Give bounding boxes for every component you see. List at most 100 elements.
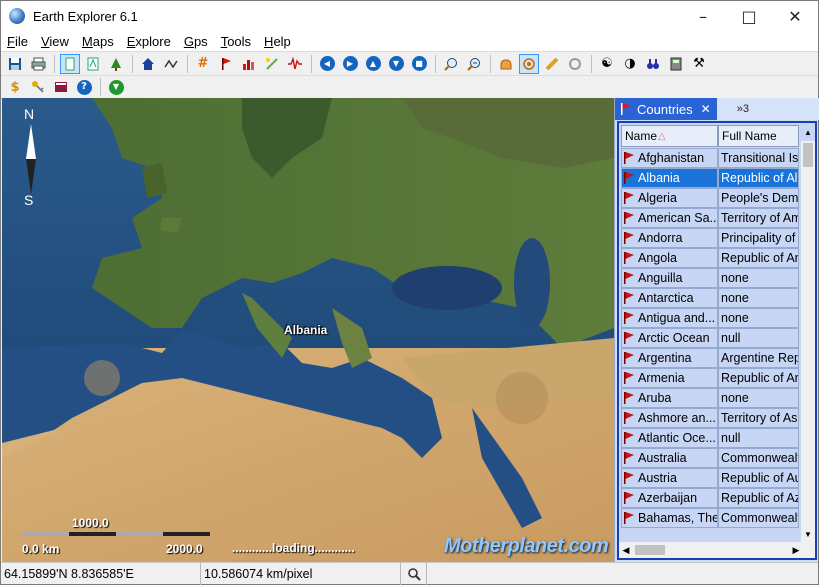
table-row[interactable]: Aruba none (619, 388, 803, 408)
country-name-cell[interactable]: American Sa... (621, 208, 718, 228)
table-row[interactable]: Argentina Argentine Republic (619, 348, 803, 368)
scroll-down-arrow-icon[interactable]: ▼ (801, 528, 815, 542)
zoom-in-icon[interactable] (441, 54, 461, 74)
table-row[interactable]: Anguilla none (619, 268, 803, 288)
country-name-cell[interactable]: Australia (621, 448, 718, 468)
country-name-cell[interactable]: Antarctica (621, 288, 718, 308)
country-name-cell[interactable]: Andorra (621, 228, 718, 248)
menu-view[interactable]: View (41, 34, 69, 49)
country-full-name-cell[interactable]: Territory of Ashmore and Cartier Islands (718, 408, 799, 428)
calculator-icon[interactable] (666, 54, 686, 74)
table-row[interactable]: Antarctica none (619, 288, 803, 308)
table-row[interactable]: Austria Republic of Austria (619, 468, 803, 488)
grid-icon[interactable]: # (193, 54, 213, 74)
country-full-name-cell[interactable]: null (718, 328, 799, 348)
table-row[interactable]: Andorra Principality of Andorra (619, 228, 803, 248)
country-full-name-cell[interactable]: Republic of Armenia (718, 368, 799, 388)
more-tabs-button[interactable]: »3 (737, 103, 749, 115)
help-icon[interactable]: ? (74, 77, 94, 97)
minimize-button[interactable]: – (680, 1, 726, 31)
table-row[interactable]: Arctic Ocean null (619, 328, 803, 348)
tools-icon[interactable]: ⚒ (689, 54, 709, 74)
country-full-name-cell[interactable]: Republic of Azerbaijan (718, 488, 799, 508)
country-full-name-cell[interactable]: Republic of Albania (718, 168, 799, 188)
country-full-name-cell[interactable]: none (718, 268, 799, 288)
signal-icon[interactable] (285, 54, 305, 74)
column-header-full-name[interactable]: Full Name (718, 125, 799, 147)
vertical-scroll-thumb[interactable] (803, 143, 813, 167)
up-icon[interactable]: ▲ (363, 54, 383, 74)
country-name-cell[interactable]: Armenia (621, 368, 718, 388)
country-full-name-cell[interactable]: Principality of Andorra (718, 228, 799, 248)
country-name-cell[interactable]: Arctic Ocean (621, 328, 718, 348)
menu-tools[interactable]: Tools (221, 34, 251, 49)
select-icon[interactable] (60, 53, 80, 74)
selected-country-label[interactable]: Albania (284, 323, 327, 337)
country-name-cell[interactable]: Antigua and... (621, 308, 718, 328)
menu-file[interactable]: File (7, 34, 28, 49)
country-full-name-cell[interactable]: Commonwealth of Australia (718, 448, 799, 468)
key-icon[interactable] (28, 77, 48, 97)
scroll-left-arrow-icon[interactable]: ◀ (619, 545, 633, 556)
country-full-name-cell[interactable]: Republic of Angola (718, 248, 799, 268)
table-row[interactable]: Ashmore an...Territory of Ashmore and Ca… (619, 408, 803, 428)
table-row[interactable]: Bahamas, TheCommonwealth of The Bahamas (619, 508, 803, 528)
back-icon[interactable]: ◀ (317, 54, 337, 74)
table-row[interactable]: Antigua and... none (619, 308, 803, 328)
country-full-name-cell[interactable]: none (718, 288, 799, 308)
table-row[interactable]: Albania Republic of Albania (619, 168, 803, 188)
column-header-name[interactable]: Name △ (621, 125, 718, 147)
country-name-cell[interactable]: Albania (621, 168, 718, 188)
tree-icon[interactable] (106, 54, 126, 74)
table-row[interactable]: Azerbaijan Republic of Azerbaijan (619, 488, 803, 508)
country-full-name-cell[interactable]: Republic of Austria (718, 468, 799, 488)
table-row[interactable]: Algeria People's Democratic Republic of A… (619, 188, 803, 208)
country-name-cell[interactable]: Algeria (621, 188, 718, 208)
country-full-name-cell[interactable]: Territory of American Samoa (718, 208, 799, 228)
table-row[interactable]: American Sa...Territory of American Samo… (619, 208, 803, 228)
table-row[interactable]: Australia Commonwealth of Australia (619, 448, 803, 468)
map-mode-icon[interactable] (83, 54, 103, 74)
menu-explore[interactable]: Explore (127, 34, 171, 49)
binoculars-icon[interactable] (643, 54, 663, 74)
country-full-name-cell[interactable]: Argentine Republic (718, 348, 799, 368)
country-name-cell[interactable]: Angola (621, 248, 718, 268)
stop-icon[interactable]: ■ (409, 54, 429, 74)
vertical-scrollbar[interactable]: ▲ ▼ (801, 128, 815, 542)
country-name-cell[interactable]: Afghanistan (621, 148, 718, 168)
download-icon[interactable]: ▼ (106, 77, 126, 97)
contrast-icon[interactable]: ◑ (620, 54, 640, 74)
route-icon[interactable] (161, 54, 181, 74)
scroll-up-arrow-icon[interactable]: ▲ (801, 125, 815, 141)
country-name-cell[interactable]: Bahamas, The (621, 508, 718, 528)
maximize-button[interactable]: □ (726, 1, 772, 31)
ruler-icon[interactable] (542, 54, 562, 74)
country-name-cell[interactable]: Ashmore an... (621, 408, 718, 428)
menu-maps[interactable]: Maps (82, 34, 114, 49)
refresh-icon[interactable] (565, 54, 585, 74)
menu-help[interactable]: Help (264, 34, 291, 49)
country-name-cell[interactable]: Argentina (621, 348, 718, 368)
tab-close-icon[interactable]: ✕ (701, 102, 711, 116)
table-row[interactable]: Angola Republic of Angola (619, 248, 803, 268)
home-icon[interactable] (138, 54, 158, 74)
country-full-name-cell[interactable]: Transitional Islamic State of Afghanista… (718, 148, 799, 168)
flag-icon[interactable] (216, 54, 236, 74)
table-row[interactable]: Afghanistan Transitional Islamic State of… (619, 148, 803, 168)
country-name-cell[interactable]: Atlantic Oce... (621, 428, 718, 448)
country-name-cell[interactable]: Anguilla (621, 268, 718, 288)
magnifier-icon[interactable] (401, 563, 427, 585)
chart-icon[interactable] (239, 54, 259, 74)
country-name-cell[interactable]: Azerbaijan (621, 488, 718, 508)
pan-icon[interactable] (496, 54, 516, 74)
down-icon[interactable]: ▼ (386, 54, 406, 74)
tab-countries[interactable]: Countries ✕ (615, 98, 717, 120)
menu-gps[interactable]: Gps (184, 34, 208, 49)
country-full-name-cell[interactable]: People's Democratic Republic of Algeria (718, 188, 799, 208)
zoom-out-icon[interactable] (464, 54, 484, 74)
country-full-name-cell[interactable]: none (718, 308, 799, 328)
table-row[interactable]: Armenia Republic of Armenia (619, 368, 803, 388)
country-full-name-cell[interactable]: none (718, 388, 799, 408)
yin-yang-icon[interactable]: ☯ (597, 54, 617, 74)
country-name-cell[interactable]: Aruba (621, 388, 718, 408)
